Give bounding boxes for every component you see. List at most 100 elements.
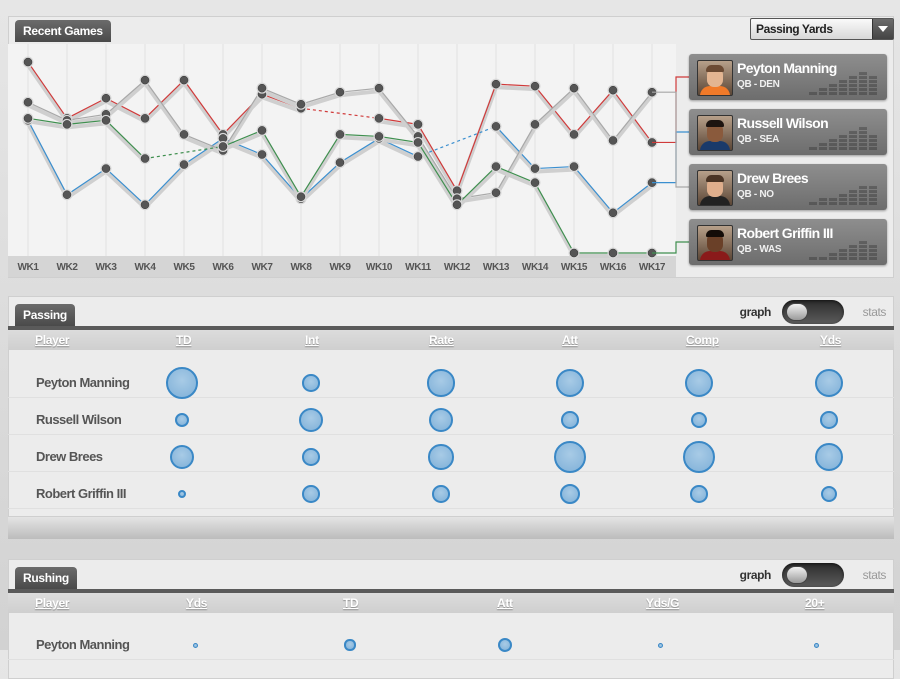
stat-bubble[interactable] (344, 639, 356, 651)
stat-bubble[interactable] (299, 408, 323, 432)
col-header-att[interactable]: Att (497, 596, 513, 610)
stat-bubble[interactable] (820, 411, 838, 429)
stat-bubble[interactable] (691, 412, 707, 428)
rushing-view-toggle[interactable]: graph stats (706, 563, 886, 589)
mini-bar-block (859, 147, 867, 150)
stat-bubble[interactable] (192, 642, 198, 648)
mini-bar-block (859, 135, 867, 138)
player-mini-bars (809, 237, 881, 261)
mini-bar-block (829, 139, 837, 142)
stat-bubble[interactable] (657, 642, 663, 648)
x-tick-label: WK6 (212, 262, 234, 273)
mini-bar-block (809, 257, 817, 260)
stat-bubble[interactable] (178, 490, 186, 498)
col-header-rate[interactable]: Rate (429, 333, 454, 347)
data-point (23, 114, 33, 123)
mini-bar-block (849, 88, 857, 91)
stat-bubble[interactable] (690, 485, 708, 503)
player-mini-bars (809, 127, 881, 151)
col-header-player[interactable]: Player (35, 596, 70, 610)
mini-bar-block (859, 194, 867, 197)
row-player-name: Robert Griffin III (36, 486, 126, 501)
data-point (335, 87, 345, 97)
player-team: QB - WAS (737, 244, 782, 255)
x-tick-label: WK15 (561, 262, 588, 273)
mini-bar-block (869, 139, 877, 142)
col-header-20-plus[interactable]: 20+ (805, 596, 825, 610)
col-header-yds[interactable]: Yds (186, 596, 207, 610)
stat-bubble[interactable] (429, 408, 453, 432)
mini-bars-graphic (809, 72, 877, 95)
col-header-td[interactable]: TD (343, 596, 359, 610)
player-mini-bars (809, 72, 881, 96)
stat-bubble[interactable] (813, 642, 819, 648)
player-mini-bars (809, 182, 881, 206)
toggle-switch[interactable] (782, 300, 844, 324)
col-header-yds[interactable]: Yds (820, 333, 841, 347)
data-point (335, 158, 345, 167)
data-point (413, 152, 423, 161)
stat-bubble[interactable] (428, 444, 454, 470)
player-card-russell-wilson[interactable]: Russell Wilson QB - SEA (689, 109, 887, 155)
col-header-att[interactable]: Att (562, 333, 578, 347)
col-header-comp[interactable]: Comp (686, 333, 719, 347)
toggle-graph-label[interactable]: graph (740, 305, 772, 319)
data-point (413, 138, 423, 147)
stat-bubble[interactable] (561, 411, 579, 429)
mini-bar-block (859, 253, 867, 256)
mini-bar-block (829, 88, 837, 91)
col-header-yds-per-game[interactable]: Yds/G (646, 596, 679, 610)
mini-bar-block (869, 257, 877, 260)
mini-bars-graphic (809, 186, 877, 205)
stat-bubble[interactable] (554, 441, 586, 473)
mini-bar-block (859, 80, 867, 83)
toggle-switch[interactable] (782, 563, 844, 587)
mini-bar-block (829, 257, 837, 260)
mini-bar-block (819, 92, 827, 95)
col-header-player[interactable]: Player (35, 333, 70, 347)
toggle-knob[interactable] (786, 303, 808, 321)
x-tick-label: WK16 (600, 262, 627, 273)
player-card-drew-brees[interactable]: Drew Brees QB - NO (689, 164, 887, 210)
stat-bubble[interactable] (302, 374, 320, 392)
toggle-stats-label[interactable]: stats (863, 305, 887, 319)
toggle-knob[interactable] (786, 566, 808, 584)
mini-bar-block (839, 249, 847, 252)
stat-bubble[interactable] (170, 445, 194, 469)
stat-bubble[interactable] (821, 486, 837, 502)
mini-bar-block (849, 84, 857, 87)
toggle-stats-label[interactable]: stats (863, 568, 887, 582)
stat-bubble[interactable] (432, 485, 450, 503)
mini-bar-block (859, 139, 867, 142)
mini-bar-block (869, 147, 877, 150)
mini-bar-block (829, 198, 837, 201)
x-tick-label: WK5 (173, 262, 195, 273)
mini-bar-block (839, 194, 847, 197)
mini-bar-block (849, 139, 857, 142)
data-point (608, 248, 618, 258)
toggle-graph-label[interactable]: graph (740, 568, 772, 582)
mini-bar-block (859, 143, 867, 146)
data-point (491, 122, 501, 131)
player-photo-icon (697, 170, 733, 206)
data-point (140, 75, 150, 85)
mini-bar-block (819, 202, 827, 205)
data-point (23, 98, 33, 107)
mini-bar-block (809, 202, 817, 205)
mini-bar-block (849, 245, 857, 248)
stat-bubble[interactable] (683, 441, 715, 473)
passing-view-toggle[interactable]: graph stats (706, 300, 886, 326)
stat-bubble[interactable] (302, 448, 320, 466)
stat-bubble[interactable] (427, 369, 455, 397)
data-point (140, 200, 150, 210)
stat-bubble[interactable] (302, 485, 320, 503)
stat-bubble[interactable] (166, 367, 198, 399)
data-point (296, 192, 306, 201)
col-header-int[interactable]: Int (305, 333, 319, 347)
mini-bar-block (839, 139, 847, 142)
player-card-peyton-manning[interactable]: Peyton Manning QB - DEN (689, 54, 887, 100)
player-card-robert-griffin-iii[interactable]: Robert Griffin III QB - WAS (689, 219, 887, 265)
mini-bar-block (869, 245, 877, 248)
col-header-td[interactable]: TD (176, 333, 192, 347)
mini-bar-block (869, 198, 877, 201)
